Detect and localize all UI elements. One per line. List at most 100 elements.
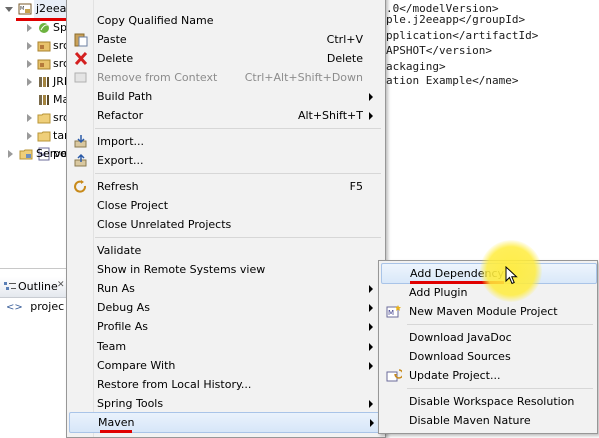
package-explorer: M j2eeap Sp src src JRE Ma src tar M po … — [0, 0, 76, 268]
submenu-arrow-icon — [369, 343, 373, 351]
menu-item-label: Delete — [97, 52, 134, 65]
menu-separator — [407, 324, 593, 325]
menu-item-label: Refresh — [97, 180, 139, 193]
tree-item-maven-deps[interactable]: Ma — [0, 91, 69, 109]
menu-separator — [95, 173, 381, 174]
submenu-arrow-icon — [370, 419, 374, 427]
tree-item-label: Sp — [53, 21, 67, 34]
folder-icon — [37, 113, 51, 124]
outline-tab-label: Outline — [18, 280, 58, 293]
library-icon — [39, 95, 49, 105]
menu-item-build-path[interactable]: Build Path — [69, 87, 383, 106]
outline-icon — [4, 282, 16, 290]
menu-item-refactor[interactable]: Refactor Alt+Shift+T — [69, 106, 383, 125]
expand-arrow-icon[interactable] — [27, 114, 32, 122]
menu-item-maven[interactable]: Maven — [69, 412, 385, 433]
menu-item-label: Close Project — [97, 199, 169, 212]
shortcut-label: F5 — [349, 180, 363, 193]
menu-item-delete[interactable]: Delete Delete — [69, 49, 383, 68]
menu-item-validate[interactable]: Validate — [69, 241, 383, 260]
remove-context-icon — [74, 72, 87, 83]
menu-item-run-as[interactable]: Run As — [69, 279, 383, 298]
expand-arrow-icon[interactable] — [5, 7, 13, 12]
menu-item-download-sources[interactable]: Download Sources — [381, 347, 595, 366]
editor-area[interactable]: .0</modelVersion> ple.j2eeapp</groupId> … — [386, 0, 599, 260]
outline-item[interactable]: <> projec — [6, 299, 64, 315]
source-folder-icon — [37, 41, 51, 52]
folder-icon — [37, 131, 51, 142]
close-icon[interactable]: ✕ — [57, 280, 65, 290]
mouse-pointer-icon — [505, 266, 518, 285]
menu-item-export[interactable]: Export... — [69, 151, 383, 170]
servers-folder-icon — [19, 149, 33, 160]
menu-item-copy-qualified-name[interactable]: Copy Qualified Name — [69, 11, 383, 30]
element-icon: <> — [6, 302, 23, 313]
shortcut-label: Ctrl+V — [326, 33, 363, 46]
library-icon — [39, 77, 49, 87]
menu-item-download-javadoc[interactable]: Download JavaDoc — [381, 328, 595, 347]
menu-item-label: Run As — [97, 282, 135, 295]
expand-arrow-icon[interactable] — [27, 60, 32, 68]
menu-item-label: New Maven Module Project — [409, 305, 558, 318]
outline-tab[interactable]: Outline ✕ — [0, 277, 66, 298]
tree-item-jre[interactable]: JRE — [0, 73, 71, 91]
outline-item-label: projec — [30, 300, 65, 313]
menu-item-update-project[interactable]: Update Project... — [381, 366, 595, 385]
menu-item-label: Build Path — [97, 90, 153, 103]
export-icon — [74, 153, 87, 167]
paste-icon — [74, 33, 88, 47]
menu-item-paste[interactable]: Paste Ctrl+V — [69, 30, 383, 49]
submenu-arrow-icon — [369, 93, 373, 101]
tree-item-spring[interactable]: Sp — [0, 19, 67, 37]
tree-item-servers[interactable]: Server — [0, 145, 72, 163]
menu-item-compare-with[interactable]: Compare With — [69, 356, 383, 375]
shortcut-label: Alt+Shift+T — [297, 109, 363, 122]
menu-item-label: Validate — [97, 244, 142, 257]
menu-item-team[interactable]: Team — [69, 337, 383, 356]
menu-separator — [407, 388, 593, 389]
shortcut-label: Ctrl+Alt+Shift+Down — [244, 71, 363, 84]
code-line: ation Example</name> — [386, 74, 519, 87]
submenu-arrow-icon — [369, 323, 373, 331]
menu-item-close-unrelated[interactable]: Close Unrelated Projects — [69, 215, 383, 234]
menu-item-import[interactable]: Import... — [69, 132, 383, 151]
maven-module-icon: M — [386, 305, 401, 318]
menu-item-refresh[interactable]: Refresh F5 — [69, 177, 383, 196]
menu-item-label: Compare With — [97, 359, 176, 372]
menu-item-label: Export... — [97, 154, 144, 167]
menu-item-disable-workspace-resolution[interactable]: Disable Workspace Resolution — [381, 392, 595, 411]
menu-item-label: Spring Tools — [97, 397, 164, 410]
import-icon — [74, 135, 87, 148]
menu-item-disable-maven-nature[interactable]: Disable Maven Nature — [381, 411, 595, 430]
menu-item-label: Import... — [97, 135, 144, 148]
menu-item-restore-local-history[interactable]: Restore from Local History... — [69, 375, 383, 394]
tree-item-project[interactable]: M j2eeap — [0, 0, 76, 18]
menu-item-remove-from-context[interactable]: Remove from Context Ctrl+Alt+Shift+Down — [69, 68, 383, 87]
tree-item-folder[interactable]: tar — [0, 127, 69, 145]
update-project-icon — [386, 369, 402, 382]
expand-arrow-icon[interactable] — [27, 42, 32, 50]
refresh-icon — [74, 180, 87, 193]
menu-item-label: Paste — [97, 33, 127, 46]
menu-item-label: Debug As — [97, 301, 150, 314]
menu-item-new-maven-module[interactable]: M New Maven Module Project — [381, 302, 595, 321]
tree-item-source[interactable]: src — [0, 55, 69, 73]
expand-arrow-icon[interactable] — [27, 24, 32, 32]
menu-item-label: Refactor — [97, 109, 144, 122]
source-folder-icon — [37, 59, 51, 70]
menu-item-profile-as[interactable]: Profile As — [69, 317, 383, 336]
menu-item-close-project[interactable]: Close Project — [69, 196, 383, 215]
menu-item-show-remote-systems[interactable]: Show in Remote Systems view — [69, 260, 383, 279]
expand-arrow-icon[interactable] — [8, 150, 13, 158]
menu-item-debug-as[interactable]: Debug As — [69, 298, 383, 317]
menu-item-spring-tools[interactable]: Spring Tools — [69, 394, 383, 413]
menu-item-label: Disable Workspace Resolution — [409, 395, 575, 408]
expand-arrow-icon[interactable] — [27, 132, 32, 140]
menu-item-label: Remove from Context — [97, 71, 218, 84]
tree-item-folder[interactable]: src — [0, 109, 69, 127]
shortcut-label: Delete — [326, 52, 363, 65]
expand-arrow-icon[interactable] — [27, 78, 32, 86]
submenu-arrow-icon — [369, 285, 373, 293]
maven-project-icon: M — [18, 3, 32, 15]
tree-item-source[interactable]: src — [0, 37, 69, 55]
